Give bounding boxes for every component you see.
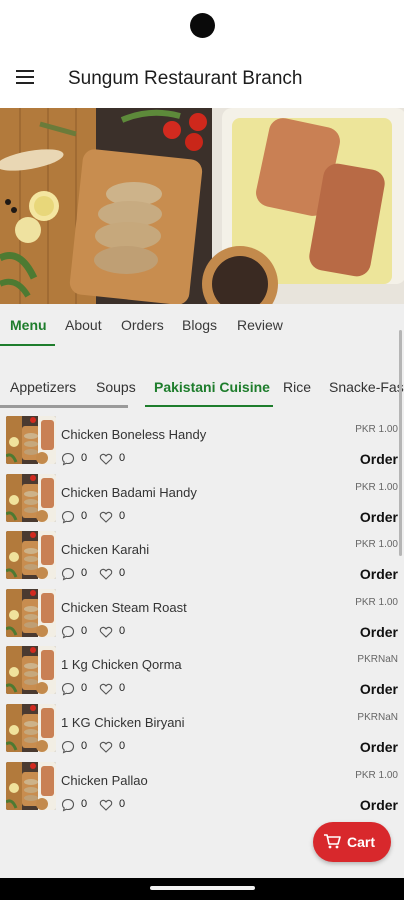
menu-item-price: PKR 1.00 (355, 539, 398, 551)
cart-icon (324, 834, 341, 849)
menu-item-name: Chicken Boneless Handy (61, 427, 207, 442)
menu-item[interactable]: 1 Kg Chicken Qorma PKRNaN 0 0 Order (0, 642, 404, 699)
order-button[interactable]: Order (360, 681, 398, 697)
order-button[interactable]: Order (360, 624, 398, 640)
tab-blogs[interactable]: Blogs (182, 317, 217, 333)
like-count: 0 (119, 682, 126, 695)
cart-button[interactable]: Cart (313, 822, 391, 862)
category-tab-rice[interactable]: Rice (283, 379, 311, 395)
hamburger-menu-icon[interactable] (16, 70, 36, 86)
menu-item-name: Chicken Badami Handy (61, 484, 197, 500)
comment-count: 0 (81, 682, 88, 695)
menu-item-name: Chicken Steam Roast (61, 599, 187, 615)
restaurant-banner-image (0, 108, 404, 304)
menu-item-list: Chicken Boneless Handy PKR 1.00 0 0 Orde… (0, 412, 404, 822)
home-gesture-pill[interactable] (150, 886, 255, 890)
app-screen: Sungum Restaurant Branch Menu About Orde… (0, 0, 404, 878)
menu-item[interactable]: Chicken Steam Roast PKR 1.00 0 0 Order (0, 585, 404, 642)
page-title: Sungum Restaurant Branch (68, 68, 303, 89)
menu-item[interactable]: Chicken Boneless Handy PKR 1.00 0 0 Orde… (0, 412, 404, 469)
menu-item-price: PKRNaN (357, 654, 398, 666)
menu-item-thumbnail (6, 473, 56, 522)
menu-item-price: PKR 1.00 (355, 481, 398, 493)
menu-item-price: PKR 1.00 (355, 769, 398, 781)
comment-count: 0 (81, 509, 88, 522)
category-tab-snacke-fast[interactable]: Snacke-Fast (329, 379, 404, 395)
tab-review[interactable]: Review (237, 317, 283, 333)
comment-count: 0 (81, 452, 88, 464)
tab-about[interactable]: About (65, 317, 102, 333)
menu-item-thumbnail (6, 588, 56, 637)
status-bar (0, 0, 404, 52)
menu-item-price: PKRNaN (357, 712, 398, 723)
order-button[interactable]: Order (360, 797, 398, 813)
menu-item-name: 1 Kg Chicken Qorma (61, 657, 182, 673)
system-navigation-bar (0, 878, 404, 900)
category-tab-pakistani-cuisine[interactable]: Pakistani Cuisine (154, 379, 270, 395)
comment-count: 0 (81, 740, 88, 752)
order-button[interactable]: Order (360, 509, 398, 525)
main-tab-bar: Menu About Orders Blogs Review (0, 304, 404, 348)
category-tab-soups[interactable]: Soups (96, 379, 136, 395)
like-count: 0 (119, 624, 126, 637)
front-camera (190, 13, 215, 38)
like-count: 0 (119, 452, 126, 464)
cart-label: Cart (347, 834, 376, 850)
tab-menu[interactable]: Menu (10, 317, 47, 333)
like-count: 0 (119, 509, 126, 522)
category-scroll-track (0, 405, 128, 408)
menu-item-thumbnail (6, 761, 56, 810)
app-bar: Sungum Restaurant Branch (0, 52, 404, 108)
category-tab-indicator (145, 405, 273, 407)
menu-item[interactable]: 1 KG Chicken Biryani PKRNaN 0 0 Order (0, 700, 404, 757)
page-scrollbar[interactable] (399, 330, 402, 556)
menu-item-name: Chicken Pallao (61, 772, 148, 788)
comment-count: 0 (81, 797, 88, 810)
menu-item-thumbnail (6, 416, 56, 464)
menu-item-price: PKR 1.00 (355, 424, 398, 435)
menu-item-thumbnail (6, 646, 56, 695)
order-button[interactable]: Order (360, 739, 398, 755)
category-tab-appetizers[interactable]: Appetizers (10, 379, 76, 395)
like-count: 0 (119, 567, 126, 580)
menu-item-thumbnail (6, 704, 56, 752)
order-button[interactable]: Order (360, 566, 398, 582)
menu-item-thumbnail (6, 531, 56, 580)
like-count: 0 (119, 740, 126, 752)
menu-item[interactable]: Chicken Badami Handy PKR 1.00 0 0 Order (0, 470, 404, 527)
comment-count: 0 (81, 624, 88, 637)
order-button[interactable]: Order (360, 451, 398, 467)
category-tab-bar: Appetizers Soups Pakistani Cuisine Rice … (0, 364, 404, 410)
menu-item[interactable]: Chicken Karahi PKR 1.00 0 0 Order (0, 527, 404, 584)
tab-orders[interactable]: Orders (121, 317, 164, 333)
menu-item-price: PKR 1.00 (355, 596, 398, 608)
menu-item[interactable]: Chicken Pallao PKR 1.00 0 0 Order (0, 758, 404, 815)
main-tab-indicator (0, 344, 55, 346)
like-count: 0 (119, 797, 126, 810)
menu-item-name: 1 KG Chicken Biryani (61, 715, 185, 730)
menu-item-name: Chicken Karahi (61, 542, 150, 558)
comment-count: 0 (81, 567, 88, 580)
